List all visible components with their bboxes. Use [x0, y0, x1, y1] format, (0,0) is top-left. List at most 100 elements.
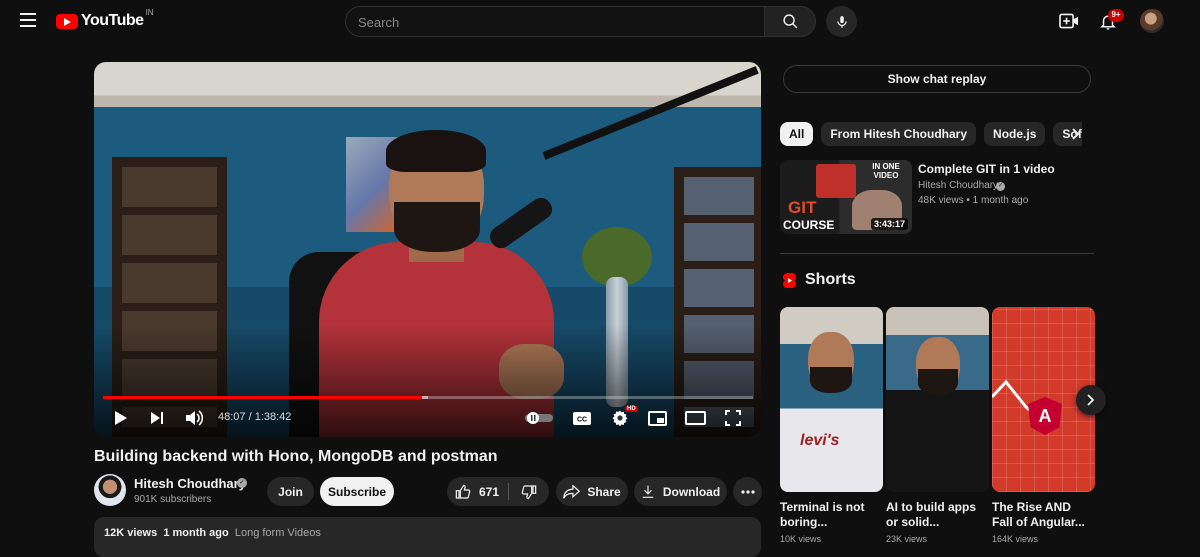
time-total: 1:38:42 — [254, 411, 292, 423]
search-button[interactable] — [764, 6, 816, 37]
short-thumbnail-1[interactable]: levi's — [780, 307, 883, 492]
short-thumbnail-2[interactable] — [886, 307, 989, 492]
shorts-icon — [782, 272, 797, 289]
video-title: Building backend with Hono, MongoDB and … — [94, 448, 498, 465]
recommended-video-title[interactable]: Complete GIT in 1 video — [918, 162, 1055, 176]
video-duration: 3:43:17 — [870, 218, 908, 230]
recommended-video-channel[interactable]: Hitesh Choudhary — [918, 180, 998, 191]
chip-nodejs[interactable]: Node.js — [984, 122, 1046, 146]
join-button[interactable]: Join — [267, 477, 314, 506]
next-icon — [151, 412, 163, 424]
video-player[interactable]: 48:07 / 1:38:42 CC HD — [94, 62, 761, 437]
region-code: IN — [145, 8, 154, 17]
short-title-2[interactable]: AI to build apps or solid... — [886, 500, 986, 530]
miniplayer-icon — [647, 410, 667, 426]
share-button[interactable]: Share — [556, 477, 628, 506]
youtube-logo[interactable]: YouTube IN — [56, 8, 154, 30]
theater-mode-button[interactable] — [682, 405, 708, 431]
notification-badge: 9+ — [1108, 9, 1124, 22]
short-overlay-text: levi's — [800, 432, 840, 449]
download-label: Download — [662, 484, 721, 499]
dislike-button[interactable] — [509, 477, 549, 506]
volume-button[interactable] — [181, 405, 207, 431]
time-current: 48:07 — [218, 411, 246, 423]
subscriber-count: 901K subscribers — [134, 494, 212, 505]
verified-icon: ✓ — [996, 182, 1005, 191]
recommended-video-thumbnail[interactable]: IN ONE VIDEO GIT COURSE 3:43:17 — [780, 160, 912, 234]
chips-next-button[interactable] — [1068, 125, 1084, 143]
short-title-1[interactable]: Terminal is not boring... — [780, 500, 880, 530]
view-count: 12K views — [104, 527, 158, 539]
youtube-logo-icon — [56, 13, 78, 29]
thumbnail-tag: IN ONE VIDEO — [872, 162, 900, 180]
short-title-3[interactable]: The Rise AND Fall of Angular... — [992, 500, 1092, 530]
upload-date: 1 month ago — [163, 527, 229, 539]
autoplay-toggle-icon — [525, 412, 553, 424]
chip-all[interactable]: All — [780, 122, 814, 146]
fullscreen-icon — [725, 410, 741, 426]
next-button[interactable] — [144, 405, 170, 431]
download-icon — [642, 485, 654, 498]
search-input[interactable]: Search — [345, 6, 765, 37]
hd-badge: HD — [625, 406, 638, 412]
theater-icon — [684, 411, 706, 425]
angular-logo-icon: A — [1028, 397, 1062, 435]
account-avatar[interactable] — [1140, 9, 1164, 33]
recommended-video-meta: 48K views • 1 month ago — [918, 195, 1028, 206]
share-icon — [563, 484, 581, 499]
create-button[interactable] — [1058, 10, 1080, 32]
play-button[interactable] — [108, 405, 134, 431]
shorts-heading: Shorts — [805, 271, 856, 288]
menu-icon[interactable] — [20, 13, 36, 27]
captions-button[interactable]: CC — [569, 405, 595, 431]
channel-avatar[interactable] — [94, 474, 126, 506]
search-icon — [782, 14, 797, 29]
chevron-right-icon — [1087, 394, 1095, 406]
volume-icon — [186, 410, 203, 426]
short-person-beard — [918, 369, 958, 395]
section-divider — [780, 253, 1094, 254]
chevron-right-icon — [1072, 128, 1080, 140]
description-tag[interactable]: Long form Videos — [235, 527, 321, 539]
thumbnail-git-text: GIT — [788, 198, 817, 217]
like-dislike-group: 671 — [447, 477, 549, 506]
short-person-beard — [810, 367, 852, 393]
description-box[interactable]: 12K views 1 month ago Long form Videos — [94, 517, 761, 557]
show-chat-replay-button[interactable]: Show chat replay — [783, 65, 1091, 93]
short-views-2: 23K views — [886, 534, 928, 544]
subscribe-button[interactable]: Subscribe — [320, 477, 394, 506]
thumbs-down-icon — [521, 484, 537, 499]
meta-dot: • — [966, 195, 970, 206]
controls-gradient — [94, 62, 761, 437]
short-views-3: 164K views — [992, 534, 1039, 544]
verified-icon: ✓ — [237, 478, 247, 488]
git-logo-graphic — [816, 164, 856, 198]
download-button[interactable]: Download — [634, 477, 727, 506]
short-views-1: 10K views — [780, 534, 822, 544]
more-icon — [740, 489, 755, 494]
create-icon — [1059, 13, 1078, 29]
logo-text: YouTube — [81, 12, 144, 29]
recommended-video-views: 48K views — [918, 195, 964, 206]
fullscreen-button[interactable] — [720, 405, 746, 431]
play-icon — [115, 411, 127, 425]
thumbs-up-icon — [455, 484, 471, 499]
recommended-video-age: 1 month ago — [972, 195, 1029, 206]
autoplay-toggle[interactable] — [523, 405, 555, 431]
time-display: 48:07 / 1:38:42 — [218, 411, 291, 423]
more-actions-button[interactable] — [733, 477, 762, 506]
share-label: Share — [587, 484, 621, 499]
like-count: 671 — [478, 484, 500, 499]
progress-played — [103, 396, 422, 399]
chip-from-channel[interactable]: From Hitesh Choudhary — [821, 122, 977, 146]
shorts-next-button[interactable] — [1076, 385, 1106, 415]
svg-text:CC: CC — [577, 416, 587, 423]
progress-bar[interactable] — [103, 396, 753, 399]
channel-name[interactable]: Hitesh Choudhary — [134, 476, 246, 491]
captions-icon: CC — [573, 411, 591, 425]
like-button[interactable]: 671 — [447, 477, 507, 506]
filter-chips: All From Hitesh Choudhary Node.js Softw — [780, 122, 1082, 146]
miniplayer-button[interactable] — [644, 405, 670, 431]
voice-search-button[interactable] — [826, 6, 857, 37]
thumbnail-course-text: COURSE — [783, 218, 835, 232]
